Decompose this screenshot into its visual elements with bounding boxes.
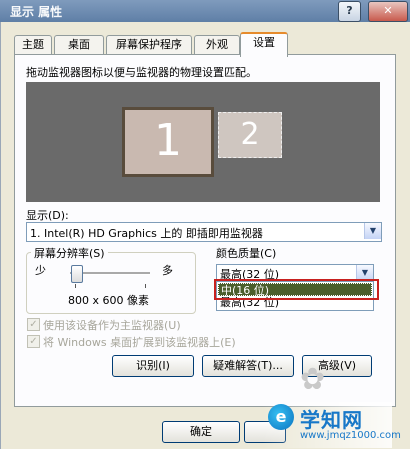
watermark-logo-icon: e	[268, 404, 294, 430]
checkmark-icon: ✓	[29, 319, 38, 330]
tab-themes[interactable]: 主题	[14, 35, 52, 55]
extend-desktop-checkbox[interactable]: ✓	[27, 335, 40, 348]
checkmark-icon: ✓	[29, 336, 38, 347]
color-quality-title: 颜色质量(C)	[216, 247, 277, 260]
primary-monitor-label: 使用该设备作为主监视器(U)	[43, 319, 181, 332]
window-title: 显示 属性	[10, 5, 63, 19]
paw-watermark-icon: ✿	[300, 362, 326, 397]
resolution-title: 屏幕分辨率(S)	[31, 245, 108, 261]
extend-desktop-label: 将 Windows 桌面扩展到该监视器上(E)	[43, 336, 236, 349]
display-value: 1. Intel(R) HD Graphics 上的 即插即用监视器	[30, 227, 263, 240]
display-dropdown[interactable]: 1. Intel(R) HD Graphics 上的 即插即用监视器 ▼	[26, 222, 382, 242]
troubleshoot-button[interactable]: 疑难解答(T)...	[202, 355, 294, 377]
tab-settings[interactable]: 设置	[240, 32, 288, 57]
chevron-down-icon[interactable]: ▼	[364, 223, 381, 239]
resolution-value: 800 x 600 像素	[68, 294, 149, 307]
help-button[interactable]: ?	[338, 1, 361, 22]
instruction-text: 拖动监视器图标以便与监视器的物理设置匹配。	[26, 66, 257, 79]
watermark-url: www.jmqz1000.com	[300, 430, 401, 441]
monitor-2-icon[interactable]: 2	[218, 112, 282, 158]
tab-screensaver[interactable]: 屏幕保护程序	[106, 35, 192, 55]
resolution-high-label: 多	[162, 264, 173, 277]
primary-monitor-checkbox[interactable]: ✓	[27, 318, 40, 331]
watermark-title: 学知网	[300, 408, 363, 432]
slider-tick	[145, 284, 146, 288]
annotation-highlight-box	[214, 279, 379, 300]
resolution-low-label: 少	[35, 264, 46, 277]
slider-tick	[75, 284, 76, 288]
resolution-slider-thumb[interactable]	[71, 265, 83, 283]
monitor-1-icon[interactable]: 1	[122, 107, 214, 177]
ok-button[interactable]: 确定	[162, 421, 240, 443]
identify-button[interactable]: 识别(I)	[112, 355, 194, 377]
tab-appearance[interactable]: 外观	[194, 35, 240, 55]
display-label: 显示(D):	[26, 209, 69, 222]
close-button[interactable]: ✕	[368, 1, 408, 22]
tab-desktop[interactable]: 桌面	[54, 35, 104, 55]
title-bar: 显示 属性 ? ✕	[0, 0, 410, 22]
